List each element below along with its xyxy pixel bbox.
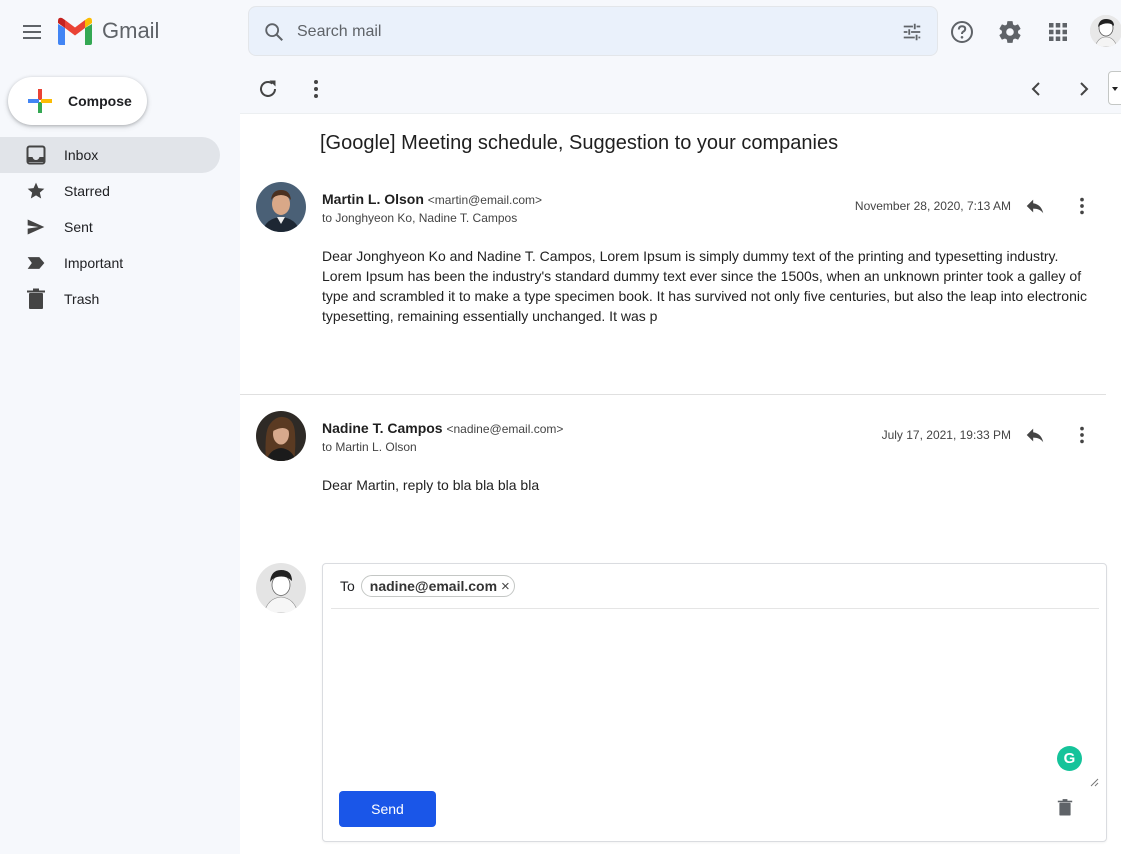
- search-options-icon[interactable]: [901, 21, 923, 48]
- resize-handle-icon[interactable]: [1089, 774, 1099, 787]
- sidebar-item-label: Inbox: [64, 147, 99, 163]
- compose-plus-icon: [28, 89, 52, 113]
- message-date: July 17, 2021, 19:33 PM: [881, 428, 1011, 442]
- sidebar-item-label: Sent: [64, 219, 93, 235]
- message-view: [Google] Meeting schedule, Suggestion to…: [240, 64, 1121, 854]
- reply-icon[interactable]: [1024, 424, 1046, 446]
- app-name: Gmail: [102, 18, 160, 43]
- sender-email: <nadine@email.com>: [446, 422, 564, 436]
- message-divider: [240, 394, 1106, 395]
- important-icon: [26, 253, 46, 273]
- email-subject: [Google] Meeting schedule, Suggestion to…: [320, 132, 839, 154]
- sender-name: Martin L. Olson: [322, 191, 424, 207]
- inbox-icon: [26, 145, 46, 165]
- send-button[interactable]: Send: [339, 791, 436, 827]
- search-bar[interactable]: [248, 6, 938, 56]
- compose-label: Compose: [68, 93, 132, 109]
- sidebar-item-starred[interactable]: Starred: [0, 173, 220, 209]
- discard-draft-icon[interactable]: [1057, 798, 1077, 820]
- sidebar-item-inbox[interactable]: Inbox: [0, 137, 220, 173]
- input-tools-dropdown[interactable]: [1108, 71, 1121, 105]
- sender-line: Martin L. Olson <martin@email.com>: [322, 191, 542, 207]
- send-icon: [26, 217, 46, 237]
- account-avatar[interactable]: [1090, 15, 1121, 47]
- message-toolbar: [240, 64, 1121, 114]
- recipients-line[interactable]: to Jonghyeon Ko, Nadine T. Campos: [322, 211, 517, 225]
- star-icon: [26, 181, 46, 201]
- reply-icon[interactable]: [1024, 195, 1046, 217]
- refresh-icon[interactable]: [256, 77, 280, 101]
- message-body: Dear Martin, reply to bla bla bla bla: [322, 477, 540, 493]
- compose-button[interactable]: Compose: [8, 77, 147, 125]
- to-field[interactable]: To nadine@email.com ×: [331, 564, 1099, 609]
- sender-avatar[interactable]: [256, 182, 306, 232]
- message-more-icon[interactable]: [1071, 424, 1093, 446]
- trash-icon: [26, 288, 46, 309]
- top-bar: Gmail: [0, 0, 1121, 64]
- gmail-m-icon: [58, 17, 92, 45]
- more-options-icon[interactable]: [304, 77, 328, 101]
- previous-chevron-icon[interactable]: [1024, 77, 1048, 101]
- search-input[interactable]: [297, 19, 857, 45]
- to-label: To: [340, 578, 355, 594]
- grammarly-icon[interactable]: G: [1057, 746, 1082, 771]
- remove-recipient-icon[interactable]: ×: [501, 578, 510, 595]
- user-avatar: [256, 563, 306, 613]
- reply-body-textarea[interactable]: [331, 610, 1099, 785]
- main-menu-icon[interactable]: [20, 20, 44, 44]
- next-chevron-icon[interactable]: [1072, 77, 1096, 101]
- sidebar-nav: Inbox Starred Sent Important Trash: [0, 137, 220, 317]
- sidebar-item-important[interactable]: Important: [0, 245, 220, 281]
- caret-down-icon: [1112, 87, 1118, 91]
- search-icon[interactable]: [263, 21, 285, 48]
- message-date: November 28, 2020, 7:13 AM: [854, 199, 1011, 213]
- sidebar-item-sent[interactable]: Sent: [0, 209, 220, 245]
- sidebar-item-label: Important: [64, 255, 124, 271]
- gmail-logo[interactable]: Gmail: [56, 16, 159, 46]
- message-body: Dear Jonghyeon Ko and Nadine T. Campos, …: [322, 248, 1087, 324]
- recipient-chip[interactable]: nadine@email.com ×: [360, 575, 515, 597]
- sidebar-item-label: Starred: [64, 183, 110, 199]
- help-icon[interactable]: [949, 19, 975, 45]
- reply-composer: To nadine@email.com × G Send: [322, 563, 1107, 842]
- sender-name: Nadine T. Campos: [322, 420, 443, 436]
- apps-grid-icon[interactable]: [1045, 19, 1071, 45]
- recipients-line[interactable]: to Martin L. Olson: [322, 440, 417, 454]
- recipient-email: nadine@email.com: [369, 578, 498, 594]
- message-more-icon[interactable]: [1071, 195, 1093, 217]
- sidebar: Compose Inbox Starred Sent Important Tra…: [0, 64, 240, 854]
- settings-gear-icon[interactable]: [997, 19, 1023, 45]
- sidebar-item-label: Trash: [64, 291, 100, 307]
- sender-avatar[interactable]: [256, 411, 306, 461]
- sidebar-item-trash[interactable]: Trash: [0, 281, 220, 317]
- sender-line: Nadine T. Campos <nadine@email.com>: [322, 420, 563, 436]
- sender-email: <martin@email.com>: [427, 193, 542, 207]
